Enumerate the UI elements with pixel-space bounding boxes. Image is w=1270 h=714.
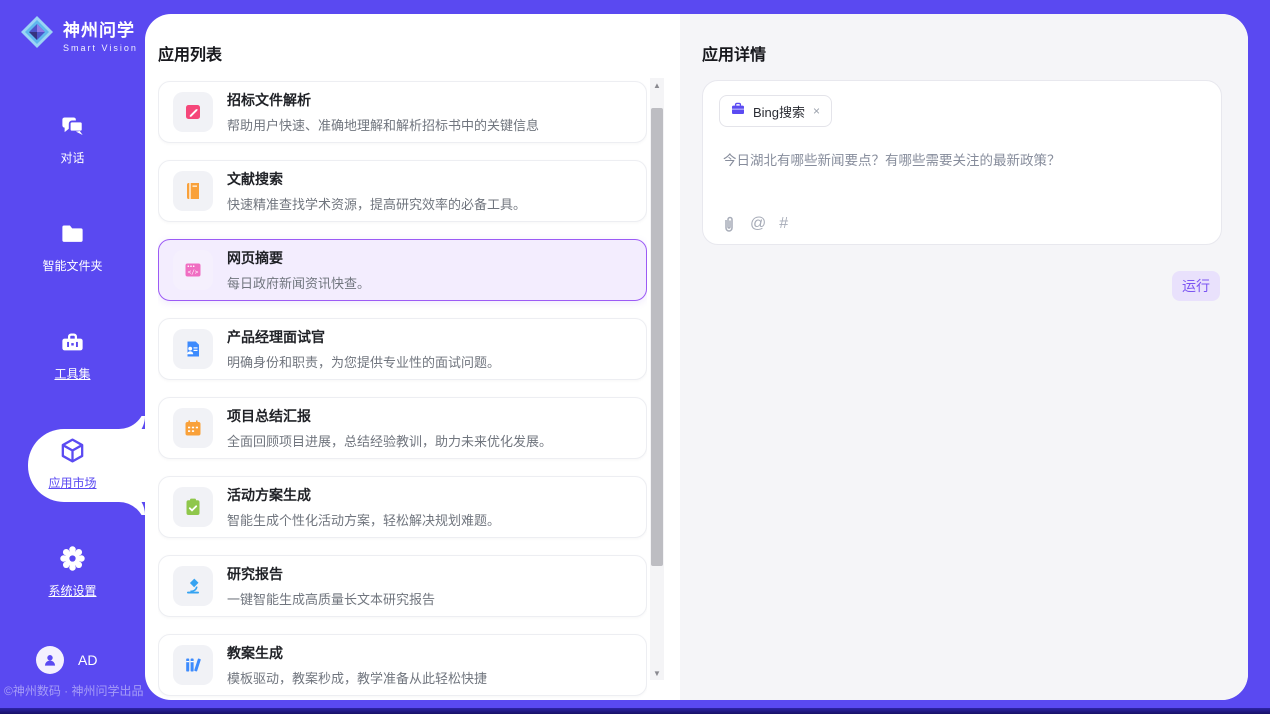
app-card-research-report[interactable]: 研究报告 一键智能生成高质量长文本研究报告	[158, 555, 647, 617]
app-desc: 智能生成个性化活动方案，轻松解决规划难题。	[227, 510, 500, 529]
scroll-up-icon[interactable]: ▲	[650, 78, 664, 92]
svg-text:</>: </>	[188, 269, 199, 276]
scrollbar[interactable]: ▲ ▼	[650, 78, 664, 680]
scrollbar-thumb[interactable]	[651, 108, 663, 566]
prompt-input[interactable]: 今日湖北有哪些新闻要点？有哪些需要关注的最新政策？	[723, 151, 1203, 171]
app-desc: 全面回顾项目进展，总结经验教训，助力未来优化发展。	[227, 431, 552, 450]
research-icon	[173, 566, 213, 606]
books-icon	[173, 645, 213, 685]
calendar-icon	[173, 408, 213, 448]
prompt-card: Bing搜索 × 今日湖北有哪些新闻要点？有哪些需要关注的最新政策？ @ #	[702, 80, 1222, 245]
brand-diamond-icon	[18, 13, 56, 56]
sidebar-item-label: 应用市场	[48, 474, 96, 491]
app-name: 招标文件解析	[227, 90, 539, 110]
folder-icon	[59, 221, 86, 253]
app-card-project-summary[interactable]: 项目总结汇报 全面回顾项目进展，总结经验教训，助力未来优化发展。	[158, 397, 647, 459]
app-name: 教案生成	[227, 643, 487, 663]
app-desc: 一键智能生成高质量长文本研究报告	[227, 589, 435, 608]
app-card-pm-interviewer[interactable]: 产品经理面试官 明确身份和职责，为您提供专业性的面试问题。	[158, 318, 647, 380]
sidebar-item-label: 系统设置	[48, 582, 96, 599]
webpage-code-icon: </>	[173, 250, 213, 290]
attachment-icon[interactable]	[721, 215, 737, 233]
app-card-tender-analysis[interactable]: 招标文件解析 帮助用户快速、准确地理解和解析招标书中的关键信息	[158, 81, 647, 143]
edit-square-icon	[173, 92, 213, 132]
sidebar-item-smart-folder[interactable]: 智能文件夹	[0, 221, 145, 274]
interviewer-icon	[173, 329, 213, 369]
sidebar-item-label: 智能文件夹	[42, 257, 102, 274]
brand-tagline: Smart Vision	[63, 43, 138, 53]
toolbox-icon	[59, 329, 86, 361]
scroll-down-icon[interactable]: ▼	[650, 666, 664, 680]
mention-icon[interactable]: @	[750, 215, 766, 233]
cube-icon	[58, 436, 87, 470]
gear-icon	[58, 544, 87, 578]
app-window: 神州问学 Smart Vision 对话 智能文件夹	[0, 0, 1270, 714]
app-list: 招标文件解析 帮助用户快速、准确地理解和解析招标书中的关键信息 文献搜索 快速精…	[158, 75, 647, 700]
tool-tag-bing-search[interactable]: Bing搜索 ×	[719, 95, 832, 127]
app-name: 产品经理面试官	[227, 327, 500, 347]
app-detail-panel: 应用详情 Bing搜索 × 今日湖北有哪些新闻要点？有哪些需要关注的最新政策？	[680, 14, 1248, 700]
app-card-event-plan[interactable]: 活动方案生成 智能生成个性化活动方案，轻松解决规划难题。	[158, 476, 647, 538]
sidebar-item-app-market[interactable]: 应用市场	[0, 436, 145, 491]
chat-icon	[59, 113, 86, 145]
sidebar-item-toolbox[interactable]: 工具集	[0, 329, 145, 382]
user-account[interactable]: AD	[36, 646, 97, 674]
sidebar-item-label: 对话	[60, 149, 84, 166]
brand-name: 神州问学	[63, 16, 138, 41]
briefcase-icon	[730, 101, 746, 122]
book-icon	[173, 171, 213, 211]
app-list-title: 应用列表	[158, 41, 222, 65]
app-card-literature-search[interactable]: 文献搜索 快速精准查找学术资源，提高研究效率的必备工具。	[158, 160, 647, 222]
close-icon[interactable]: ×	[812, 104, 821, 118]
sidebar: 神州问学 Smart Vision 对话 智能文件夹	[0, 0, 145, 714]
clipboard-check-icon	[173, 487, 213, 527]
sidebar-item-settings[interactable]: 系统设置	[0, 544, 145, 599]
app-name: 网页摘要	[227, 248, 370, 268]
app-detail-title: 应用详情	[702, 41, 766, 65]
app-desc: 模板驱动，教案秒成，教学准备从此轻松快捷	[227, 668, 487, 687]
app-desc: 每日政府新闻资讯快查。	[227, 273, 370, 292]
content-area: 应用列表 招标文件解析 帮助用户快速、准确地理解和解析招标书中的关键信息	[145, 14, 1248, 700]
app-name: 研究报告	[227, 564, 435, 584]
app-desc: 帮助用户快速、准确地理解和解析招标书中的关键信息	[227, 115, 539, 134]
run-button[interactable]: 运行	[1172, 271, 1220, 301]
sidebar-item-chat[interactable]: 对话	[0, 113, 145, 166]
app-desc: 明确身份和职责，为您提供专业性的面试问题。	[227, 352, 500, 371]
tool-tag-label: Bing搜索	[753, 102, 805, 121]
brand-logo: 神州问学 Smart Vision	[18, 13, 138, 56]
app-card-lesson-plan[interactable]: 教案生成 模板驱动，教案秒成，教学准备从此轻松快捷	[158, 634, 647, 696]
app-name: 项目总结汇报	[227, 406, 552, 426]
hash-icon[interactable]: #	[779, 215, 788, 233]
sidebar-item-label: 工具集	[54, 365, 90, 382]
app-name: 活动方案生成	[227, 485, 500, 505]
window-bottom-edge	[0, 708, 1270, 714]
app-card-webpage-summary[interactable]: </> 网页摘要 每日政府新闻资讯快查。	[158, 239, 647, 301]
input-toolbar: @ #	[721, 215, 788, 233]
app-desc: 快速精准查找学术资源，提高研究效率的必备工具。	[227, 194, 526, 213]
copyright-text: ©神州数码 · 神州问学出品	[4, 682, 144, 699]
user-name: AD	[78, 652, 97, 668]
avatar	[36, 646, 64, 674]
app-name: 文献搜索	[227, 169, 526, 189]
